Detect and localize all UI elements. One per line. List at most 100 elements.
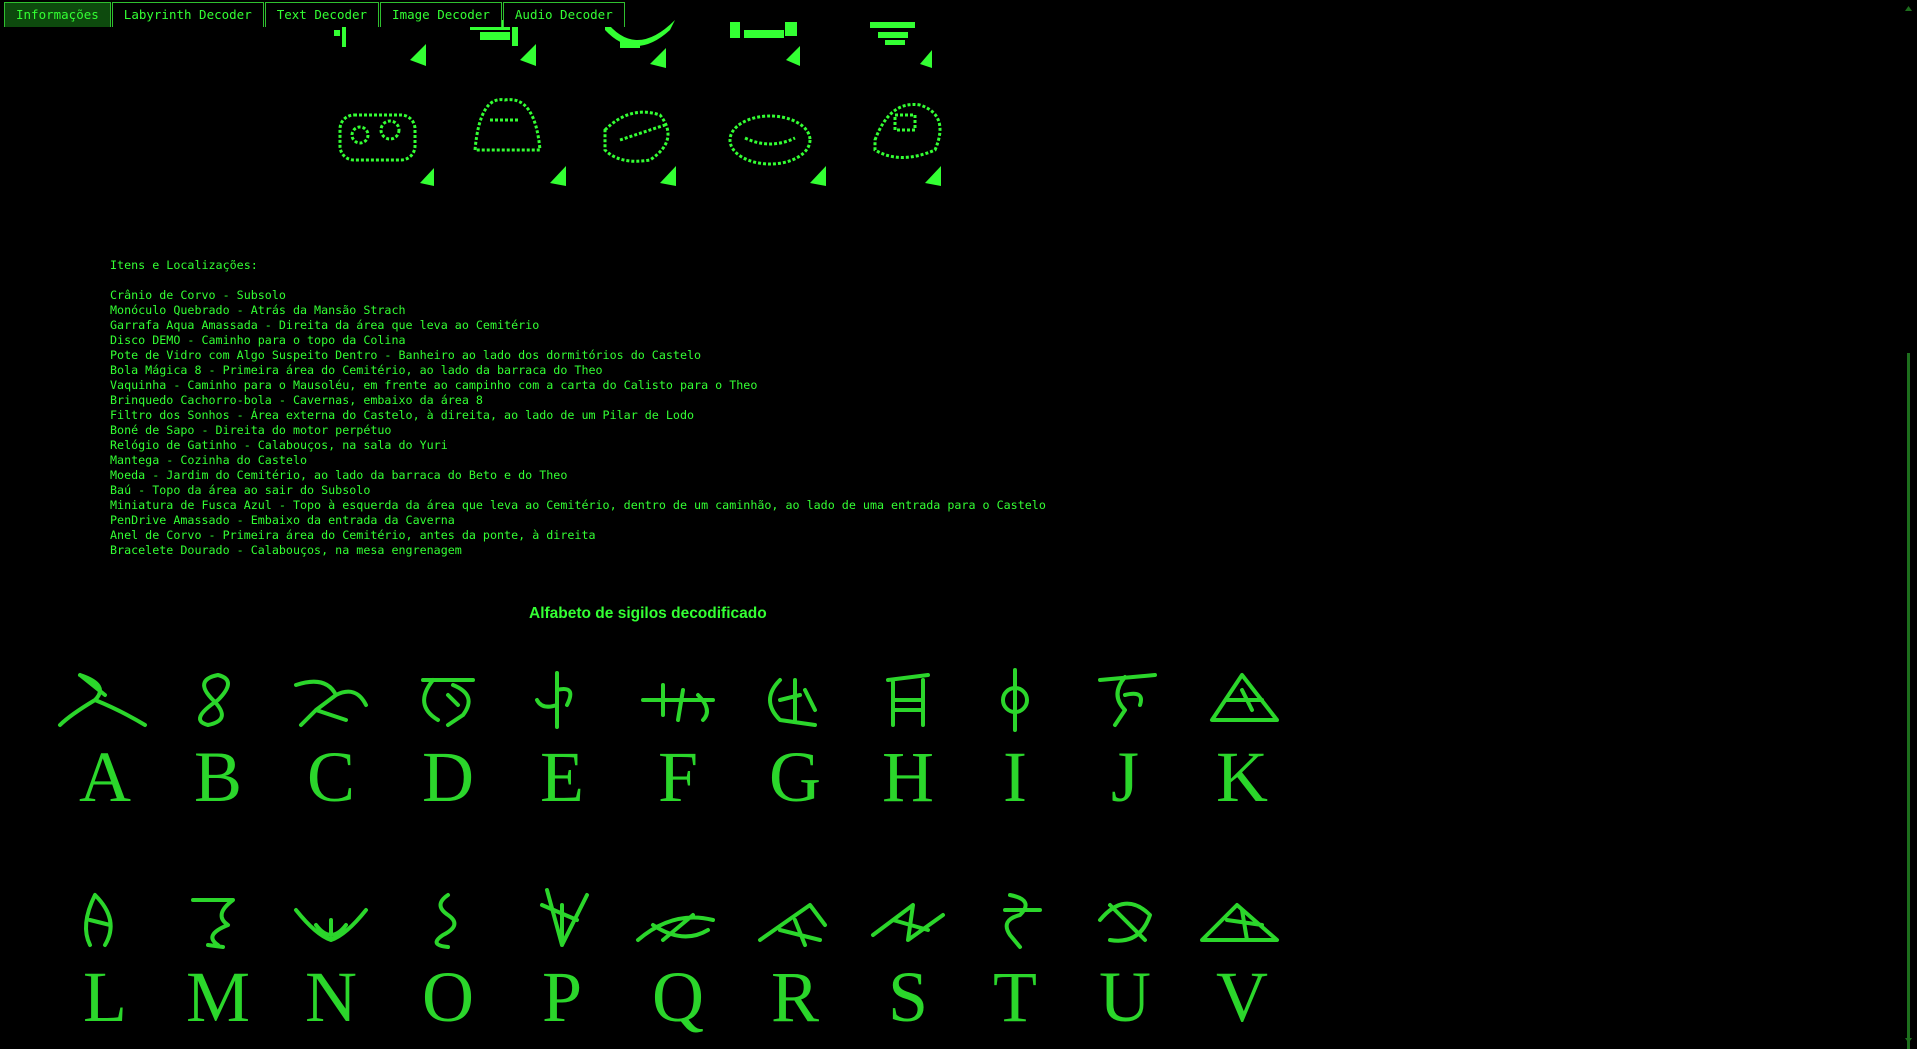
list-item: Moeda - Jardim do Cemitério, ao lado da … (110, 468, 568, 482)
sigil-cell-r: R (740, 885, 850, 1033)
sigil-letter: N (305, 957, 357, 1037)
sigil-o-icon (434, 893, 457, 949)
sigil-letter: M (185, 957, 251, 1037)
sigil-t-icon (1003, 893, 1042, 949)
sigil-p-icon (540, 888, 589, 947)
list-item: Monóculo Quebrado - Atrás da Mansão Stra… (110, 303, 406, 317)
sigil-g-icon (768, 678, 817, 727)
list-item: Disco DEMO - Caminho para o topo da Coli… (110, 333, 406, 347)
sigil-k-icon (1210, 673, 1279, 722)
sigil-cell-f: F (623, 665, 733, 813)
app-window: Informações Labyrinth Decoder Text Decod… (0, 0, 1917, 1049)
sigil-letter: C (306, 737, 356, 817)
sigil-e-icon (535, 671, 573, 729)
sigil-cell-d: D (393, 665, 503, 813)
list-item: PenDrive Amassado - Embaixo da entrada d… (110, 513, 455, 527)
sigil-c-icon (294, 679, 368, 727)
sigil-s-icon (871, 903, 945, 942)
sigil-r-icon (758, 903, 827, 947)
sigil-cell-i: I (960, 665, 1070, 813)
list-item: Brinquedo Cachorro-bola - Cavernas, emba… (110, 393, 483, 407)
sigil-cell-o: O (393, 885, 503, 1033)
sigil-cell-h: H (853, 665, 963, 813)
list-item: Relógio de Gatinho - Calabouços, na sala… (110, 438, 448, 452)
list-item: Miniatura de Fusca Azul - Topo à esquerd… (110, 498, 1046, 512)
sigil-cell-j: J (1070, 665, 1180, 813)
list-item: Baú - Topo da área ao sair do Subsolo (110, 483, 371, 497)
sigil-letter: S (887, 957, 929, 1037)
sigil-d-icon (421, 678, 475, 727)
sigil-cell-c: C (276, 665, 386, 813)
vertical-scrollbar[interactable] (1900, 0, 1917, 1049)
sigil-cell-k: K (1187, 665, 1297, 813)
sigil-f-icon (641, 683, 715, 722)
list-item: Anel de Corvo - Primeira área do Cemitér… (110, 528, 596, 542)
sigil-n-icon (294, 908, 368, 942)
sigil-letter: G (769, 737, 821, 817)
scroll-thumb[interactable] (1907, 353, 1910, 1049)
sigil-cell-m: M (163, 885, 273, 1033)
sigil-letter: H (882, 737, 934, 817)
encoded-images-grid (330, 0, 990, 190)
items-section: Itens e Localizações: Crânio de Corvo - … (110, 258, 1046, 558)
list-item: Boné de Sapo - Direita do motor perpétuo (110, 423, 392, 437)
sigil-letter: F (657, 737, 699, 817)
sigil-cell-l: L (50, 885, 160, 1033)
sigil-m-icon (191, 898, 235, 949)
sigil-b-icon (198, 673, 230, 727)
sigil-cell-a: A (50, 665, 160, 813)
sigil-cell-p: P (507, 885, 617, 1033)
sigil-letter: A (79, 737, 131, 817)
list-item: Vaquinha - Caminho para o Mausoléu, em f… (110, 378, 758, 392)
sigil-letter: O (422, 957, 474, 1037)
sigil-letter: L (83, 957, 127, 1037)
tab-text-decoder[interactable]: Text Decoder (264, 2, 380, 27)
sigil-letter: R (770, 957, 820, 1037)
sigil-j-icon (1098, 673, 1157, 727)
sigil-cell-n: N (276, 885, 386, 1033)
pixel-glyph-images (334, 20, 942, 186)
sigil-q-icon (636, 913, 715, 942)
sigil-cell-s: S (853, 885, 963, 1033)
sigil-l-icon (84, 893, 113, 947)
sigil-letter: T (993, 957, 1037, 1037)
scroll-down-arrow-icon[interactable] (1900, 1032, 1917, 1049)
list-item: Bola Mágica 8 - Primeira área do Cemitér… (110, 363, 603, 377)
sigil-h-icon (886, 673, 930, 727)
tab-audio-decoder[interactable]: Audio Decoder (502, 2, 625, 27)
list-item: Pote de Vidro com Algo Suspeito Dentro -… (110, 348, 702, 362)
sigil-letter: Q (652, 957, 704, 1037)
alphabet-title: Alfabeto de sigilos decodificado (529, 605, 767, 622)
scroll-up-arrow-icon[interactable] (1900, 0, 1917, 17)
sigil-letter: P (541, 957, 583, 1037)
sigil-cell-v: V (1187, 885, 1297, 1033)
list-item: Crânio de Corvo - Subsolo (110, 288, 286, 302)
sigil-cell-t: T (960, 885, 1070, 1033)
sigil-letter: I (1003, 737, 1027, 817)
sigil-v-icon (1200, 903, 1279, 942)
tab-informacoes[interactable]: Informações (4, 2, 111, 27)
scroll-track[interactable] (1900, 17, 1917, 1049)
sigil-letter: D (422, 737, 474, 817)
sigil-letter: J (1110, 737, 1140, 817)
sigil-cell-u: U (1070, 885, 1180, 1033)
sigil-letter: E (540, 737, 584, 817)
sigil-letter: K (1216, 737, 1268, 817)
tab-bar: Informações Labyrinth Decoder Text Decod… (4, 2, 626, 27)
sigil-i-icon (1001, 668, 1029, 732)
sigil-cell-b: B (163, 665, 273, 813)
items-heading: Itens e Localizações: (110, 258, 258, 272)
sigil-a-icon (58, 673, 147, 727)
tab-labyrinth-decoder[interactable]: Labyrinth Decoder (111, 2, 264, 27)
list-item: Bracelete Dourado - Calabouços, na mesa … (110, 543, 462, 557)
items-list: Crânio de Corvo - Subsolo Monóculo Quebr… (110, 288, 1046, 558)
sigil-cell-g: G (740, 665, 850, 813)
list-item: Mantega - Cozinha do Castelo (110, 453, 308, 467)
sigil-letter: B (193, 737, 243, 817)
sigil-cell-q: Q (623, 885, 733, 1033)
list-item: Garrafa Aqua Amassada - Direita da área … (110, 318, 540, 332)
tab-image-decoder[interactable]: Image Decoder (380, 2, 502, 27)
sigil-letter: V (1216, 957, 1268, 1037)
list-item: Filtro dos Sonhos - Área externa do Cast… (110, 408, 695, 422)
sigil-cell-e: E (507, 665, 617, 813)
